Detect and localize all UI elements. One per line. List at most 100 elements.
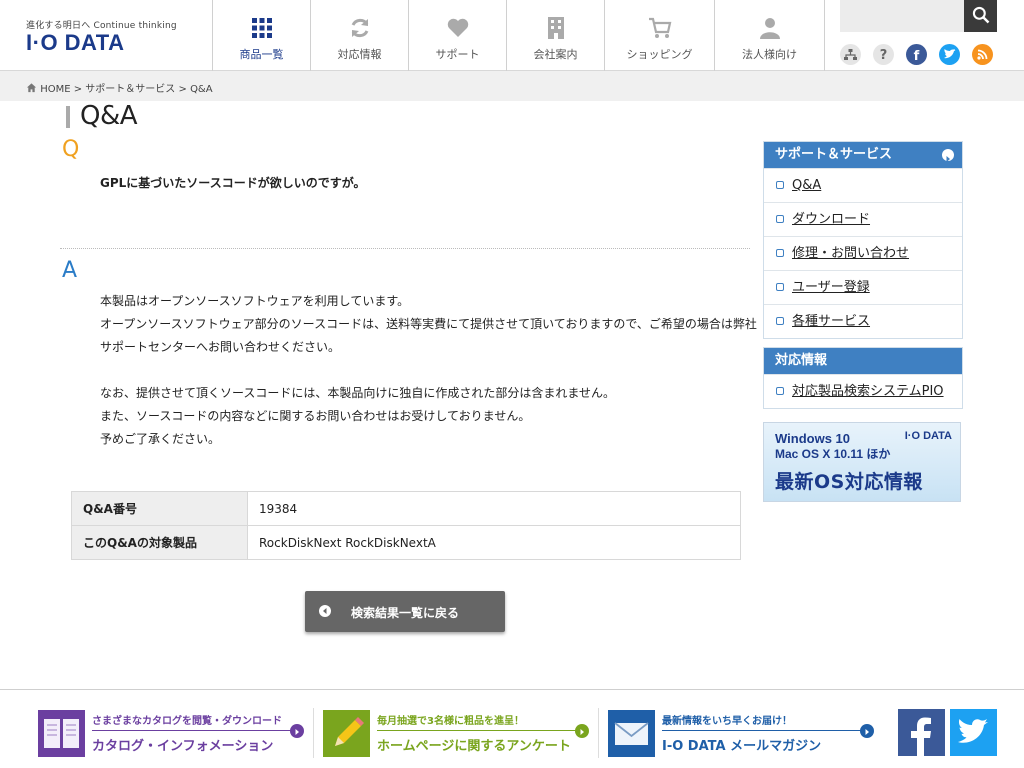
bullet-icon	[776, 283, 784, 291]
rss-icon[interactable]	[972, 44, 993, 65]
qa-number-key: Q&A番号	[71, 491, 248, 526]
bullet-icon	[776, 249, 784, 257]
breadcrumb-separator: >	[178, 84, 187, 95]
qa-info-table: Q&A番号 19384 このQ&Aの対象製品 RockDiskNext Rock…	[71, 491, 741, 560]
os-banner-line1: Windows 10	[775, 431, 851, 446]
mail-magazine-banner[interactable]: 最新情報をいち早くお届け！ I-O DATA メールマガジン	[598, 708, 879, 764]
survey-banner[interactable]: 毎月抽選で3名様に粗品を進呈！ ホームページに関するアンケート	[313, 708, 594, 764]
refresh-icon	[351, 18, 368, 38]
logo[interactable]: 進化する明日へ Continue thinking I·O DATA	[26, 18, 196, 58]
support-services-header[interactable]: サポート＆サービス	[764, 142, 962, 168]
os-banner-logo: I·O DATA	[904, 430, 952, 442]
sidebar-link[interactable]: Q&A	[792, 178, 821, 193]
target-products-value: RockDiskNext RockDiskNextA	[247, 525, 741, 560]
breadcrumb-support[interactable]: サポート＆サービス	[85, 80, 175, 95]
answer-line: 本製品はオープンソースソフトウェアを利用しています。	[100, 294, 410, 308]
banner-underline	[662, 730, 868, 731]
sidebar-item-pio[interactable]: 対応製品検索システムPIO	[764, 374, 962, 408]
sitemap-icon[interactable]	[840, 44, 861, 65]
nav-shopping[interactable]: ショッピング	[605, 0, 714, 71]
divider	[60, 248, 750, 249]
search-input[interactable]	[840, 0, 964, 32]
target-products-key: このQ&Aの対象製品	[71, 525, 248, 560]
banner-separator	[313, 708, 314, 758]
nav-label: 商品一覧	[239, 48, 284, 61]
facebook-icon[interactable]	[898, 709, 945, 756]
sidebar-link[interactable]: ダウンロード	[792, 212, 870, 227]
sidebar-link[interactable]: 修理・お問い合わせ	[792, 246, 909, 261]
nav-support[interactable]: サポート	[409, 0, 506, 71]
heart-icon	[447, 18, 468, 37]
nav-label: 会社案内	[533, 48, 578, 61]
catalog-banner-subtitle: さまざまなカタログを閲覧・ダウンロード	[92, 716, 282, 727]
svg-text:?: ?	[880, 48, 888, 63]
search-button[interactable]	[964, 0, 997, 32]
home-icon	[26, 83, 37, 93]
arrow-left-icon	[319, 605, 331, 617]
sidebar-link[interactable]: 対応製品検索システムPIO	[792, 384, 944, 399]
breadcrumb-bar: HOME > サポート＆サービス > Q&A	[0, 71, 1024, 101]
envelope-icon	[608, 710, 655, 757]
catalog-banner-title: カタログ・インフォメーション	[92, 739, 274, 754]
arrow-right-icon	[860, 724, 874, 738]
sidebar-item-download[interactable]: ダウンロード	[764, 202, 962, 236]
sidebar-item-qa[interactable]: Q&A	[764, 168, 962, 202]
breadcrumb-separator: >	[73, 84, 83, 95]
facebook-icon[interactable]: f	[906, 44, 927, 65]
back-to-results-button[interactable]: 検索結果一覧に戻る	[305, 591, 505, 632]
mail-banner-subtitle: 最新情報をいち早くお届け！	[662, 716, 792, 727]
arrow-right-icon	[942, 149, 954, 162]
answer-mark-label: A	[62, 258, 78, 283]
bullet-icon	[776, 317, 784, 325]
pencil-icon	[323, 710, 370, 757]
nav-divider	[824, 0, 825, 71]
sidebar-item-repair[interactable]: 修理・お問い合わせ	[764, 236, 962, 270]
cart-icon	[648, 17, 671, 38]
answer-line: また、ソースコードの内容などに関するお問い合わせはお受けしておりません。	[100, 409, 531, 423]
nav-label: 法人様向け	[742, 48, 797, 61]
sidebar-link[interactable]: ユーザー登録	[792, 280, 870, 295]
person-icon	[759, 18, 780, 39]
table-row: このQ&Aの対象製品 RockDiskNext RockDiskNextA	[71, 525, 741, 560]
nav-business[interactable]: 法人様向け	[715, 0, 824, 71]
catalog-banner[interactable]: さまざまなカタログを閲覧・ダウンロード カタログ・インフォメーション	[38, 708, 309, 764]
svg-text:f: f	[914, 49, 920, 64]
answer-line: オープンソースソフトウェア部分のソースコードは、送料等実費にて提供させて頂いてお…	[100, 317, 757, 331]
site-header: 進化する明日へ Continue thinking I·O DATA 商品一覧 …	[0, 0, 1024, 71]
support-services-box: サポート＆サービス Q&A ダウンロード 修理・お問い合わせ ユーザー登録 各種…	[763, 141, 963, 339]
sidebar-item-services[interactable]: 各種サービス	[764, 304, 962, 338]
os-banner-line2: Mac OS X 10.11 ほか	[775, 447, 891, 461]
question-mark-label: Q	[62, 137, 80, 162]
compat-info-header: 対応情報	[764, 348, 962, 374]
compat-info-box: 対応情報 対応製品検索システムPIO	[763, 347, 963, 409]
banner-underline	[377, 730, 583, 731]
answer-line	[100, 359, 757, 382]
nav-products[interactable]: 商品一覧	[213, 0, 310, 71]
latest-os-banner[interactable]: Windows 10 I·O DATA Mac OS X 10.11 ほか 最新…	[763, 422, 961, 502]
nav-company[interactable]: 会社案内	[507, 0, 604, 71]
banner-separator	[598, 708, 599, 758]
compat-info-title: 対応情報	[775, 353, 828, 368]
grid-icon	[251, 18, 272, 38]
survey-banner-title: ホームページに関するアンケート	[377, 739, 571, 754]
sidebar-link[interactable]: 各種サービス	[792, 314, 870, 329]
arrow-right-icon	[575, 724, 589, 738]
title-accent-bar	[66, 106, 70, 128]
survey-banner-subtitle: 毎月抽選で3名様に粗品を進呈！	[377, 716, 524, 727]
breadcrumb-current: Q&A	[190, 84, 213, 95]
nav-label: 対応情報	[337, 48, 382, 61]
catalog-book-icon	[38, 710, 85, 757]
page-title: Q&A	[80, 101, 138, 131]
answer-line: なお、提供させて頂くソースコードには、本製品向けに独自に作成された部分は含まれま…	[100, 386, 616, 400]
answer-line: 予めご了承ください。	[100, 432, 221, 446]
nav-compat[interactable]: 対応情報	[311, 0, 408, 71]
twitter-icon[interactable]	[939, 44, 960, 65]
main-content: Q&A Q GPLに基づいたソースコードが欲しいのですが。 A 本製品はオープン…	[0, 101, 760, 691]
help-icon[interactable]: ?	[873, 44, 894, 65]
sidebar-item-registration[interactable]: ユーザー登録	[764, 270, 962, 304]
breadcrumb-home[interactable]: HOME	[40, 84, 70, 95]
twitter-icon[interactable]	[950, 709, 997, 756]
nav-label: サポート	[435, 48, 480, 61]
answer-line: サポートセンターへお問い合わせください。	[100, 340, 341, 354]
search-icon	[972, 6, 989, 23]
